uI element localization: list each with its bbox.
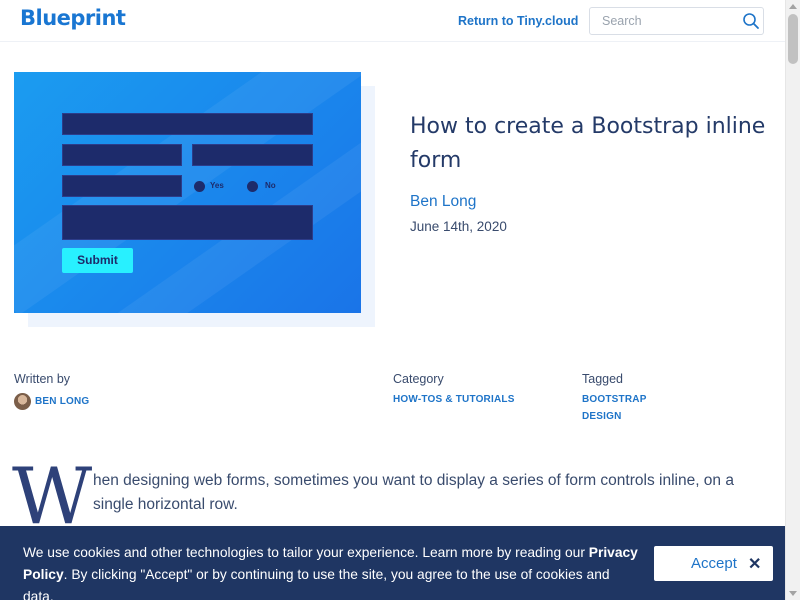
written-by-label: Written by	[14, 372, 71, 386]
mock-input-bar	[192, 144, 313, 166]
site-header: Blueprint Return to Tiny.cloud	[0, 0, 785, 42]
close-icon[interactable]: ✕	[748, 554, 761, 574]
cookie-text-after: . By clicking "Accept" or by continuing …	[23, 567, 610, 600]
author-avatar	[14, 393, 31, 410]
scrollbar-thumb[interactable]	[788, 14, 798, 64]
category-label: Category	[393, 372, 444, 386]
author-tag-link[interactable]: BEN LONG	[35, 396, 89, 407]
mock-input-bar	[62, 113, 313, 135]
search-box	[589, 7, 764, 35]
tag-link-bootstrap[interactable]: BOOTSTRAP	[582, 394, 647, 405]
return-to-tinycloud-link[interactable]: Return to Tiny.cloud	[458, 14, 578, 28]
post-title: How to create a Bootstrap inline form	[410, 114, 766, 173]
category-link[interactable]: HOW-TOS & TUTORIALS	[393, 394, 515, 405]
mock-input-bar	[62, 144, 182, 166]
mock-submit-button: Submit	[62, 248, 133, 273]
mock-radio-yes	[194, 181, 205, 192]
cookie-banner: We use cookies and other technologies to…	[0, 526, 785, 600]
search-input[interactable]	[590, 8, 735, 34]
mock-radio-yes-label: Yes	[210, 181, 224, 190]
accept-cookies-button[interactable]: Accept ✕	[654, 546, 773, 581]
mock-textarea	[62, 205, 313, 240]
hero-image: Yes No Submit	[14, 72, 361, 313]
cookie-text-before: We use cookies and other technologies to…	[23, 545, 589, 560]
post-date: June 14th, 2020	[410, 219, 507, 234]
intro-paragraph: hen designing web forms, sometimes you w…	[93, 472, 734, 513]
cookie-message: We use cookies and other technologies to…	[23, 542, 638, 600]
mock-radio-no	[247, 181, 258, 192]
mock-input-bar	[62, 175, 182, 197]
blueprint-logo[interactable]: Blueprint	[20, 6, 126, 30]
tagged-label: Tagged	[582, 372, 624, 386]
scroll-down-arrow-icon[interactable]	[789, 591, 797, 596]
author-link[interactable]: Ben Long	[410, 193, 476, 211]
vertical-scrollbar[interactable]	[785, 0, 800, 600]
accept-label: Accept	[691, 555, 737, 572]
search-icon[interactable]	[742, 12, 760, 30]
scroll-up-arrow-icon[interactable]	[789, 4, 797, 9]
tag-link-design[interactable]: DESIGN	[582, 411, 622, 422]
mock-radio-no-label: No	[265, 181, 276, 190]
page: Blueprint Return to Tiny.cloud Yes No Su…	[0, 0, 800, 600]
